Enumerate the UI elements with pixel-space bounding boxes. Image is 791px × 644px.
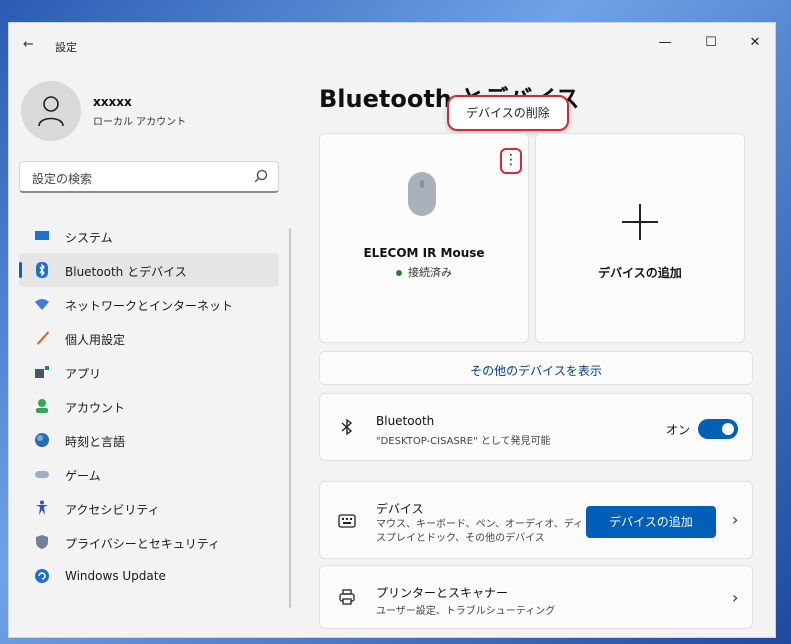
toggle-knob (722, 423, 734, 435)
apps-icon (35, 366, 49, 378)
sidebar-item-label: アプリ (65, 367, 102, 381)
view-more-devices-label: その他のデバイスを表示 (470, 364, 602, 378)
user-icon (38, 96, 64, 127)
minimize-button[interactable]: — (645, 31, 685, 55)
shield-icon (36, 535, 48, 549)
toggle-state-label: オン (666, 423, 691, 437)
sidebar-item-accessibility[interactable]: アクセシビリティ (19, 491, 279, 525)
close-button[interactable]: ✕ (735, 31, 775, 55)
wifi-icon (35, 299, 49, 310)
devices-title: デバイス (376, 502, 424, 516)
sidebar-item-label: アカウント (65, 401, 126, 415)
search-icon (254, 169, 268, 183)
bluetooth-icon (36, 262, 48, 278)
printer-icon (339, 589, 355, 605)
gamepad-icon (35, 471, 49, 478)
sidebar-item-label: 時刻と言語 (65, 435, 126, 449)
accessibility-icon (36, 500, 48, 515)
printers-subtitle: ユーザー設定、トラブルシューティング (376, 606, 556, 617)
profile-account-type: ローカル アカウント (93, 117, 187, 128)
sidebar-item-bluetooth[interactable]: Bluetooth とデバイス (19, 253, 279, 287)
sidebar-item-label: 個人用設定 (65, 333, 126, 347)
bluetooth-icon (341, 418, 353, 436)
sidebar-item-system[interactable]: システム (19, 219, 279, 253)
profile-name: xxxxx (93, 95, 132, 109)
active-indicator (19, 262, 22, 278)
window-title: 設定 (55, 41, 77, 54)
keyboard-icon (338, 514, 356, 528)
sidebar-item-label: アクセシビリティ (65, 503, 160, 517)
status-dot (396, 270, 402, 276)
settings-window: ← 設定 — ☐ ✕ xxxxx ローカル アカウント 設定の検索 システム B… (8, 22, 776, 638)
more-options-button[interactable]: ⋮ (500, 148, 522, 174)
system-icon (35, 231, 49, 240)
add-device-button[interactable]: デバイスの追加 (586, 506, 716, 538)
bluetooth-toggle[interactable] (698, 419, 738, 439)
device-status-label: 接続済み (408, 266, 452, 279)
back-arrow-icon[interactable]: ← (23, 37, 34, 52)
view-more-devices-button[interactable]: その他のデバイスを表示 (319, 351, 753, 385)
add-device-card[interactable]: デバイスの追加 (535, 133, 745, 343)
sidebar-item-privacy[interactable]: プライバシーとセキュリティ (19, 525, 279, 559)
sidebar-item-label: ゲーム (65, 469, 101, 483)
sidebar-item-label: Windows Update (65, 569, 166, 583)
sidebar-item-network[interactable]: ネットワークとインターネット (19, 287, 279, 321)
chevron-right-icon[interactable]: › (732, 510, 738, 529)
remove-device-menu-item[interactable]: デバイスの削除 (447, 95, 569, 131)
sidebar-item-time-language[interactable]: 時刻と言語 (19, 423, 279, 457)
avatar[interactable] (21, 81, 81, 141)
sidebar-item-accounts[interactable]: アカウント (19, 389, 279, 423)
sidebar-item-label: Bluetooth とデバイス (65, 265, 187, 279)
device-name: ELECOM IR Mouse (363, 246, 485, 260)
title-bar: ← 設定 — ☐ ✕ (9, 23, 775, 69)
bluetooth-subtitle: "DESKTOP-CISASRE" として発見可能 (376, 436, 551, 447)
account-icon (36, 399, 48, 413)
sidebar-item-gaming[interactable]: ゲーム (19, 457, 279, 491)
devices-row[interactable]: デバイス マウス、キーボード、ペン、オーディオ、ディスプレイとドック、その他のデ… (319, 481, 753, 559)
chevron-right-icon[interactable]: › (732, 588, 738, 607)
bluetooth-title: Bluetooth (376, 414, 435, 428)
update-icon (35, 569, 49, 583)
add-device-label: デバイスの追加 (598, 266, 682, 280)
globe-icon (35, 433, 49, 447)
sidebar-item-windows-update[interactable]: Windows Update (19, 559, 279, 593)
brush-icon (37, 331, 49, 345)
search-placeholder: 設定の検索 (32, 172, 93, 186)
devices-subtitle: マウス、キーボード、ペン、オーディオ、ディスプレイとドック、その他のデバイス (376, 519, 583, 544)
plus-icon (622, 204, 658, 240)
device-status: 接続済み (320, 264, 528, 280)
device-card[interactable]: ⋮ ELECOM IR Mouse 接続済み (319, 133, 529, 343)
mouse-icon (408, 172, 436, 216)
maximize-button[interactable]: ☐ (691, 31, 731, 55)
sidebar-item-personalization[interactable]: 個人用設定 (19, 321, 279, 355)
sidebar-scrollbar[interactable] (289, 228, 291, 608)
sidebar-item-apps[interactable]: アプリ (19, 355, 279, 389)
printers-scanners-row[interactable]: プリンターとスキャナー ユーザー設定、トラブルシューティング › (319, 565, 753, 629)
sidebar-item-label: プライバシーとセキュリティ (65, 537, 221, 551)
sidebar-item-label: システム (65, 231, 113, 245)
printers-title: プリンターとスキャナー (376, 586, 509, 600)
bluetooth-row: Bluetooth "DESKTOP-CISASRE" として発見可能 オン (319, 393, 753, 461)
mouse-wheel (420, 180, 424, 188)
search-input[interactable]: 設定の検索 (19, 161, 279, 193)
sidebar-item-label: ネットワークとインターネット (65, 299, 234, 313)
